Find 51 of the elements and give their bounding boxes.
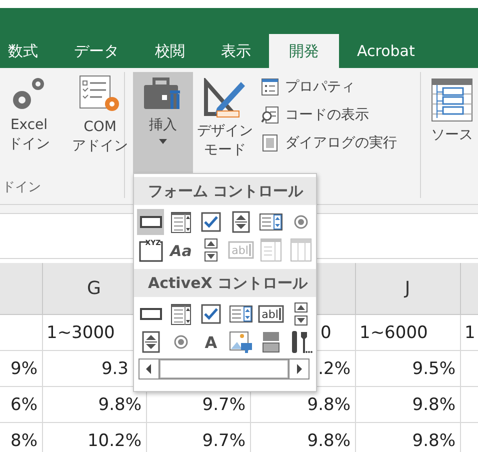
table-cell: 9.5%: [412, 358, 456, 378]
table-cell: 0: [320, 322, 332, 342]
table-cell: 1~6000: [360, 322, 428, 342]
table-cell: 1~3000: [46, 322, 115, 342]
control-tool-button[interactable]: A: [197, 329, 224, 355]
table-cell: 10.2%: [87, 430, 142, 450]
control-tool-button[interactable]: Aa: [167, 237, 194, 263]
control-tool-button[interactable]: abl: [257, 301, 284, 327]
ribbon-tab[interactable]: 校閲: [137, 34, 203, 68]
table-cell: .2%: [318, 358, 350, 378]
table-cell: 9.8%: [412, 430, 456, 450]
control-tool-button[interactable]: [137, 209, 164, 235]
com-add-ins-button[interactable]: COM アドイン: [70, 72, 130, 156]
ribbon-tab[interactable]: 開発: [269, 34, 339, 68]
table-cell: 6%: [10, 394, 38, 414]
table-cell: 9.8%: [412, 394, 456, 414]
table-cell: 9.7%: [202, 394, 246, 414]
section-header: フォーム コントロール: [134, 177, 316, 205]
table-cell: 9%: [10, 358, 38, 378]
ribbon-tab[interactable]: Acrobat: [339, 34, 433, 68]
ribbon-tab[interactable]: 数式: [0, 34, 56, 68]
table-cell: 9.7%: [202, 430, 246, 450]
run-dialog-button[interactable]: ダイアログの実行: [261, 134, 397, 152]
dialog-icon: [261, 134, 279, 152]
design-mode-button[interactable]: デザイン モード: [195, 72, 255, 160]
table-cell: 1: [464, 322, 476, 342]
combo-list-icon: [258, 238, 284, 262]
properties-icon: [261, 78, 279, 96]
caret-icon: [159, 139, 167, 144]
insert-button[interactable]: 挿入: [133, 72, 193, 173]
group-label: ドイン: [1, 179, 42, 197]
table-cell: 9.8%: [98, 394, 142, 414]
view-code-button[interactable]: コードの表示: [261, 106, 397, 124]
control-tool-button[interactable]: [227, 329, 254, 355]
table-cell: 9.8%: [307, 430, 350, 450]
table-cell: 8%: [10, 430, 38, 450]
excel-add-ins-button[interactable]: Excel ドイン: [6, 72, 52, 154]
table-cell: 9.8%: [307, 394, 350, 414]
image-icon: [228, 330, 254, 354]
ribbon-tab[interactable]: データ: [56, 34, 137, 68]
table-cell: 9.3: [101, 358, 128, 378]
ribbon-tab[interactable]: 表示: [203, 34, 269, 68]
checklist-gear-icon: [78, 74, 122, 114]
properties-button[interactable]: プロパティ: [261, 78, 397, 96]
column-header[interactable]: J: [355, 263, 460, 314]
section-header: ActiveX コントロール: [134, 269, 316, 297]
source-button[interactable]: ソース: [429, 72, 475, 145]
ruler-pencil-icon: [203, 78, 247, 118]
xml-source-icon: [431, 78, 473, 122]
combo-drop-down-icon: [288, 238, 314, 262]
magnifier-document-icon: [261, 106, 279, 124]
